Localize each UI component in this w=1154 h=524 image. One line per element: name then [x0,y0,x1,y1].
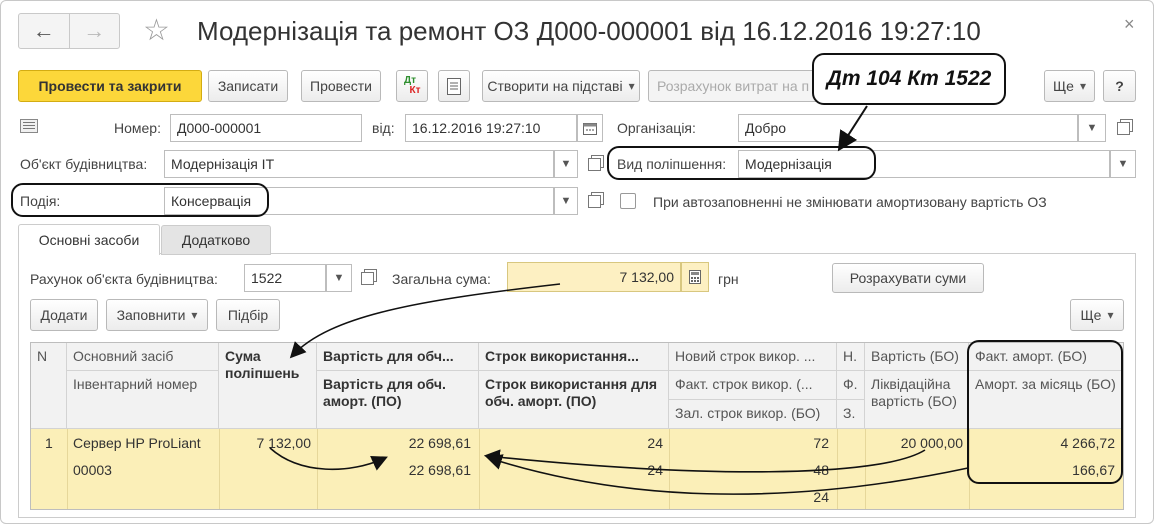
annotation-arrows [269,105,969,495]
